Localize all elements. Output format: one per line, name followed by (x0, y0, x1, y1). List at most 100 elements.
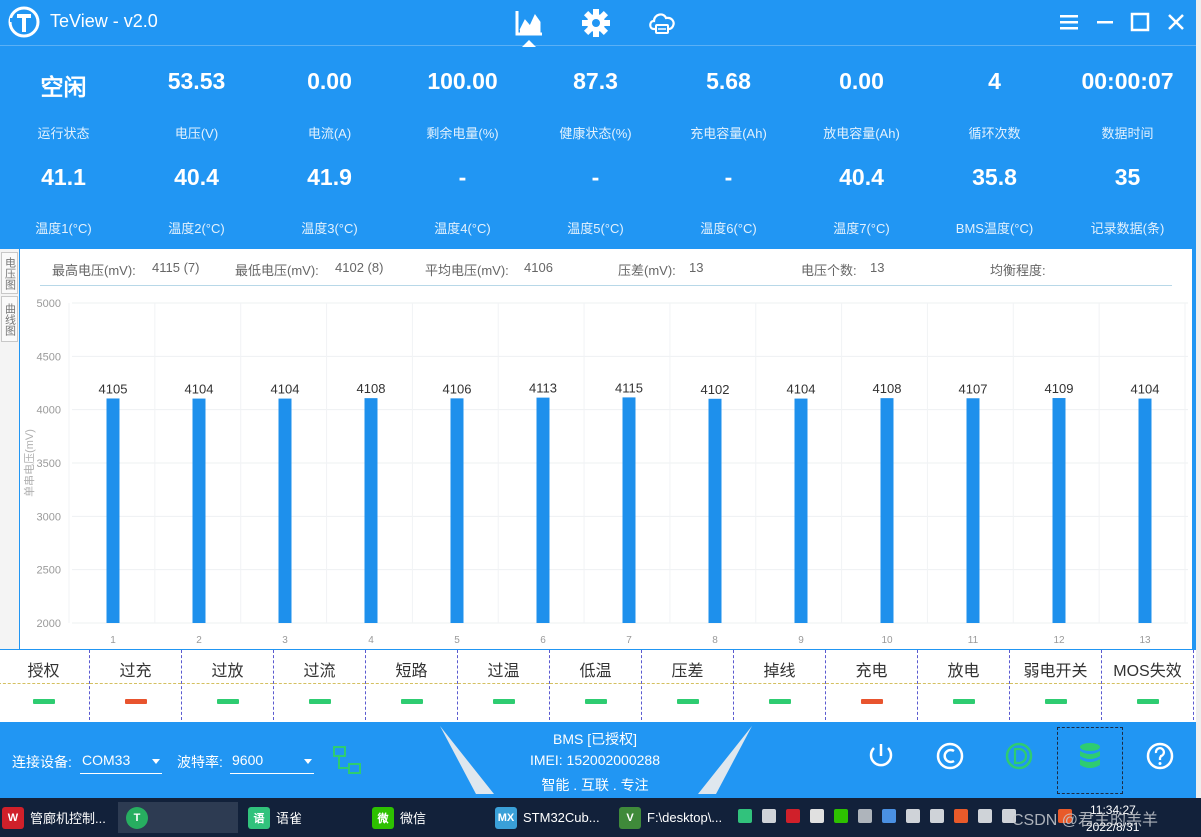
wps-icon: W (2, 806, 24, 829)
x-tick-label: 1 (110, 635, 116, 646)
tray-device-icon[interactable] (906, 809, 920, 823)
alarm-cell[interactable]: 短路 (366, 650, 458, 720)
taskbar-item-teview[interactable]: T (118, 802, 238, 833)
taskbar-item-label: STM32Cub... (523, 810, 600, 825)
bar-cell-13 (1138, 398, 1152, 623)
bottom-bar: 连接设备: COM33 波特率: 9600 BMS [已授权] IMEI: 15… (0, 722, 1196, 798)
taskbar-item-label: 管廊机控制... (30, 811, 106, 826)
x-tick-label: 6 (540, 635, 546, 646)
tray-wps-icon[interactable] (786, 809, 800, 823)
baud-select[interactable]: 9600 (230, 750, 314, 774)
y-tick-label: 2000 (37, 618, 61, 630)
alarm-cell[interactable]: 弱电开关 (1010, 650, 1102, 720)
baud-label: 波特率: (177, 754, 223, 770)
csdn-watermark: CSDN @君主的羔羊 (1012, 812, 1159, 829)
alarm-cell[interactable]: 充电 (826, 650, 918, 720)
tray-mic-icon[interactable] (858, 809, 872, 823)
teview-app-icon: T (126, 806, 148, 829)
alarm-indicator (1137, 699, 1159, 704)
alarm-label: 压差 (671, 663, 704, 680)
bar-cell-4 (364, 398, 378, 623)
bar-value-label: 4115 (615, 380, 643, 395)
taskbar-item-wechat[interactable]: 微 微信 (372, 802, 426, 833)
alarm-divider (366, 683, 457, 684)
alarm-indicator (585, 699, 607, 704)
baud-select-value: 9600 (232, 752, 264, 768)
x-tick-label: 9 (798, 635, 804, 646)
vim-icon: V (619, 806, 641, 829)
bar-value-label: 4104 (271, 382, 300, 397)
y-tick-label: 5000 (37, 298, 61, 310)
database-icon[interactable] (1072, 738, 1108, 774)
taskbar-item-wps[interactable]: W 管廊机控制... (2, 802, 106, 833)
x-tick-label: 11 (968, 635, 979, 646)
bar-cell-1 (106, 398, 120, 623)
tray-wechat-icon[interactable] (834, 809, 848, 823)
bar-value-label: 4105 (99, 381, 128, 396)
y-axis-label: 单串电压(mV) (23, 429, 36, 497)
alarm-divider (826, 683, 917, 684)
device-select-value: COM33 (82, 752, 131, 768)
alarm-indicator (217, 699, 239, 704)
alarm-cell[interactable]: 低温 (550, 650, 642, 720)
taskbar-item-explorer[interactable]: V F:\desktop\... (619, 802, 722, 833)
connect-network-icon[interactable] (332, 745, 362, 775)
wechat-icon: 微 (372, 806, 394, 829)
tray-app2-icon[interactable] (954, 809, 968, 823)
alarm-cell[interactable]: 授权 (0, 650, 90, 720)
tray-yuque-icon[interactable] (738, 809, 752, 823)
bar-value-label: 4104 (185, 382, 214, 397)
tray-usb-icon[interactable] (762, 809, 776, 823)
bar-cell-2 (192, 398, 206, 623)
alarm-indicator (1045, 699, 1067, 704)
bar-value-label: 4104 (1131, 382, 1160, 397)
slogan-text: 智能 . 互联 . 专注 (541, 777, 649, 793)
c-circle-icon[interactable] (932, 738, 968, 774)
bar-cell-3 (278, 398, 292, 623)
alarm-cell[interactable]: 过放 (182, 650, 274, 720)
alarm-divider (182, 683, 273, 684)
bar-value-label: 4113 (529, 381, 557, 396)
alarm-cell[interactable]: 过充 (90, 650, 182, 720)
bar-cell-6 (536, 397, 550, 623)
bar-cell-9 (794, 398, 808, 623)
alarm-divider (550, 683, 641, 684)
device-select[interactable]: COM33 (80, 750, 162, 774)
stm32cubemx-icon: MX (495, 806, 517, 829)
bar-cell-5 (450, 398, 464, 623)
alarm-indicator (861, 699, 883, 704)
tray-shield-icon[interactable] (882, 809, 896, 823)
tray-network-icon[interactable] (978, 809, 992, 823)
alarm-divider (274, 683, 365, 684)
taskbar-item-yuque[interactable]: 语 语雀 (248, 802, 302, 833)
alarm-cell[interactable]: MOS失效 (1102, 650, 1194, 720)
bar-value-label: 4106 (443, 381, 472, 396)
y-tick-label: 2500 (37, 565, 61, 577)
taskbar-item-label: 语雀 (276, 811, 303, 826)
taskbar-item-label: F:\desktop\... (647, 810, 723, 825)
power-icon[interactable] (863, 738, 899, 774)
alarm-cell[interactable]: 掉线 (734, 650, 826, 720)
alarm-cell[interactable]: 过温 (458, 650, 550, 720)
x-tick-label: 5 (454, 635, 460, 646)
app-window: TeView - v2.0 空闲 53.53 0.00 100.00 87.3 … (0, 0, 1196, 798)
alarm-indicator (493, 699, 515, 704)
alarm-label: 弱电开关 (1023, 663, 1088, 680)
tray-app-icon[interactable] (810, 809, 824, 823)
alarm-status-row: 授权 过充 过放 过流 短路 过温 低温 压差 掉线 充电 放电 弱电开关 MOS失效 (0, 650, 1196, 722)
help-icon[interactable] (1142, 738, 1178, 774)
bar-cell-12 (1052, 398, 1066, 623)
y-tick-label: 4500 (37, 351, 61, 363)
alarm-cell[interactable]: 放电 (918, 650, 1010, 720)
alarm-cell[interactable]: 压差 (642, 650, 734, 720)
taskbar-item-stm32cube[interactable]: MX STM32Cub... (495, 802, 600, 833)
alarm-indicator (125, 699, 147, 704)
alarm-label: 放电 (947, 663, 980, 680)
d-circle-icon[interactable] (1001, 738, 1037, 774)
alarm-cell[interactable]: 过流 (274, 650, 366, 720)
alarm-label: MOS失效 (1113, 663, 1182, 680)
bar-cell-7 (622, 397, 636, 623)
chevron-down-icon (152, 759, 160, 764)
alarm-indicator (769, 699, 791, 704)
tray-screen-icon[interactable] (930, 809, 944, 823)
